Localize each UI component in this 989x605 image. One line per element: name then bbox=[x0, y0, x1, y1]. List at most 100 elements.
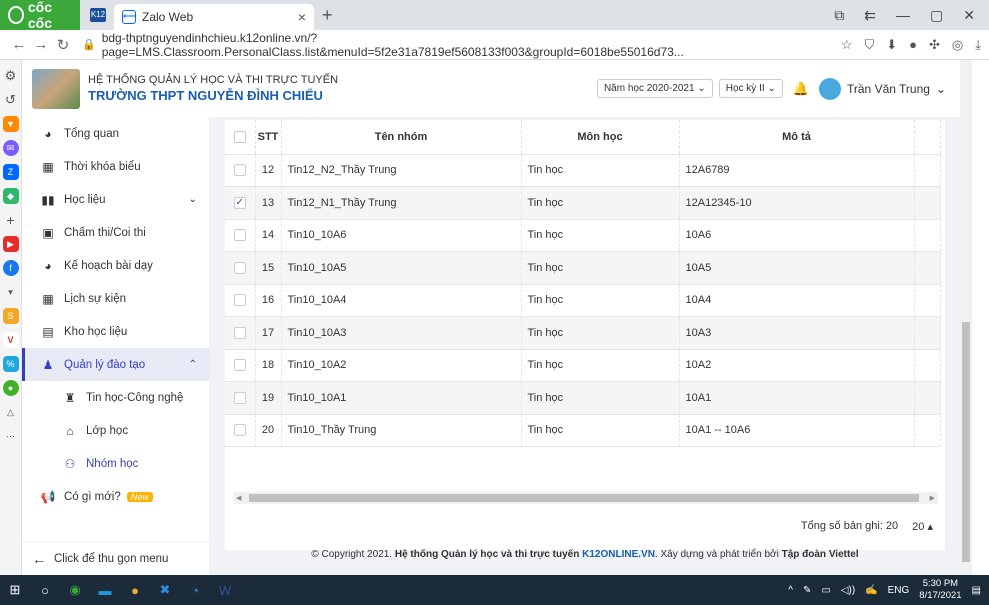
col-header-description[interactable]: Mô tả bbox=[679, 120, 915, 155]
table-row[interactable]: 12 Tin12_N2_Thầy Trung Tin học 12A6789 bbox=[225, 154, 941, 187]
page-scroll-thumb[interactable] bbox=[962, 322, 970, 562]
col-header-subject[interactable]: Môn học bbox=[521, 120, 680, 155]
more-dots-icon[interactable]: ⋯ bbox=[3, 428, 19, 444]
messenger-icon[interactable]: ✉ bbox=[2, 140, 19, 156]
vscode-icon[interactable]: ✖ bbox=[150, 582, 180, 598]
vnexpress-icon[interactable]: V bbox=[2, 332, 19, 348]
menu-item-material-store[interactable]: ▤ Kho học liệu bbox=[22, 315, 209, 348]
avatar[interactable] bbox=[819, 77, 841, 100]
row-checkbox[interactable]: ✓ bbox=[233, 196, 246, 209]
close-tab-icon[interactable]: × bbox=[298, 9, 306, 25]
table-row[interactable]: 20 Tin10_Thầy Trung Tin học 10A1 -- 10A6 bbox=[225, 414, 941, 447]
menu-item-grading[interactable]: ▣ Chấm thi/Coi thi bbox=[22, 216, 209, 249]
row-select-cell[interactable] bbox=[225, 349, 256, 382]
back-button[interactable]: ← bbox=[8, 36, 30, 53]
url-field[interactable]: 🔒 bdg-thptnguyendinhchieu.k12online.vn/?… bbox=[82, 31, 831, 59]
row-select-cell[interactable] bbox=[225, 154, 256, 187]
forward-button[interactable]: → bbox=[30, 36, 52, 53]
edge-icon[interactable]: ◔ bbox=[180, 583, 210, 598]
search-circle-icon[interactable]: ○ bbox=[30, 583, 60, 598]
battery-icon[interactable]: ▭ bbox=[821, 585, 830, 596]
cell-group-name[interactable]: Tin10_10A5 bbox=[281, 251, 522, 285]
close-window-button[interactable]: ✕ bbox=[963, 7, 975, 24]
page-vertical-scrollbar[interactable] bbox=[960, 60, 972, 575]
coccoc-taskbar-icon[interactable]: ◉ bbox=[60, 582, 90, 598]
table-row[interactable]: 17 Tin10_10A3 Tin học 10A3 bbox=[225, 316, 941, 350]
tray-chevron-up-icon[interactable]: ^ bbox=[788, 585, 793, 596]
menu-item-whats-new[interactable]: 📢 Có gì mới? New bbox=[22, 480, 209, 513]
clock[interactable]: 5:30 PM 8/17/2021 bbox=[919, 578, 961, 602]
scroll-right-icon[interactable]: ▶ bbox=[930, 494, 935, 502]
collapse-menu-button[interactable]: ← Click để thu gọn menu bbox=[22, 541, 210, 575]
col-header-group-name[interactable]: Tên nhóm bbox=[281, 120, 522, 155]
zalo-sidebar-icon[interactable]: Z bbox=[2, 164, 19, 180]
notification-icon[interactable]: △ bbox=[3, 404, 19, 420]
row-select-cell[interactable] bbox=[225, 251, 256, 285]
menu-item-timetable[interactable]: ▦ Thời khóa biểu bbox=[22, 150, 209, 183]
extensions-puzzle-icon[interactable]: ✣ bbox=[929, 37, 940, 53]
menu-item-materials[interactable]: ▮▮ Học liệu ⌄ bbox=[22, 183, 209, 216]
row-checkbox[interactable] bbox=[233, 229, 246, 242]
row-checkbox[interactable] bbox=[233, 164, 246, 177]
menu-item-overview[interactable]: ◕ Tổng quan bbox=[22, 117, 209, 150]
shield-icon[interactable]: ⛉ bbox=[864, 37, 874, 53]
row-checkbox[interactable] bbox=[233, 326, 246, 339]
semester-select[interactable]: Học kỳ II ⌄ bbox=[718, 79, 783, 98]
browser-tab-zalo[interactable]: ⟵ Zalo Web × bbox=[114, 4, 314, 30]
chrome-icon[interactable]: ● bbox=[120, 583, 150, 598]
back-forward-icon[interactable]: ⇇ bbox=[864, 7, 876, 24]
cell-group-name[interactable]: Tin10_10A3 bbox=[281, 316, 522, 350]
row-checkbox[interactable] bbox=[233, 294, 246, 307]
footer-site-link[interactable]: K12ONLINE.VN bbox=[582, 549, 655, 560]
row-select-cell[interactable] bbox=[225, 284, 256, 317]
cell-group-name[interactable]: Tin10_Thầy Trung bbox=[281, 414, 522, 447]
row-checkbox[interactable] bbox=[233, 359, 246, 372]
page-size-select[interactable]: 20 ▴ bbox=[912, 520, 933, 533]
pen-icon[interactable]: ✎ bbox=[803, 585, 811, 596]
coccoc-music-icon[interactable]: ▼ bbox=[2, 116, 19, 132]
add-sidebar-icon[interactable]: + bbox=[3, 212, 19, 228]
language-indicator[interactable]: ENG bbox=[888, 585, 910, 596]
ime-icon[interactable]: ✍ bbox=[865, 585, 877, 596]
horizontal-scroll-thumb[interactable] bbox=[249, 494, 919, 502]
share-icon[interactable]: ⤓ bbox=[975, 37, 981, 53]
word-icon[interactable]: W bbox=[210, 583, 240, 598]
notification-center-icon[interactable]: ▤ bbox=[972, 585, 981, 596]
cell-group-name[interactable]: Tin10_10A6 bbox=[281, 219, 522, 252]
download-icon[interactable]: ⬇ bbox=[886, 37, 897, 53]
restore-button[interactable]: ▢ bbox=[930, 7, 943, 24]
row-checkbox[interactable] bbox=[233, 261, 246, 274]
cell-group-name[interactable]: Tin10_10A2 bbox=[281, 349, 522, 382]
shopee-icon[interactable]: S bbox=[2, 308, 19, 324]
profile-icon[interactable]: ◎ bbox=[952, 37, 963, 53]
cell-group-name[interactable]: Tin10_10A1 bbox=[281, 381, 522, 415]
cell-group-name[interactable]: Tin10_10A4 bbox=[281, 284, 522, 317]
more-down-icon[interactable]: ▾ bbox=[3, 284, 19, 300]
bookmark-star-icon[interactable]: ☆ bbox=[841, 37, 853, 53]
menu-item-classes[interactable]: ⌂ Lớp học bbox=[22, 414, 209, 447]
row-checkbox[interactable] bbox=[233, 391, 246, 404]
table-row[interactable]: ✓ 13 Tin12_N1_Thầy Trung Tin học 12A12345-10 bbox=[225, 186, 941, 220]
row-select-cell[interactable] bbox=[225, 219, 256, 252]
table-row[interactable]: 19 Tin10_10A1 Tin học 10A1 bbox=[225, 381, 941, 415]
facebook-icon[interactable]: f bbox=[2, 260, 19, 276]
table-row[interactable]: 14 Tin10_10A6 Tin học 10A6 bbox=[225, 219, 941, 252]
user-name[interactable]: Trần Văn Trung bbox=[847, 82, 930, 96]
file-explorer-icon[interactable]: ▬ bbox=[90, 583, 120, 598]
row-select-cell[interactable] bbox=[225, 316, 256, 350]
kitty-icon[interactable]: ● bbox=[2, 380, 19, 396]
settings-gear-icon[interactable]: ⚙ bbox=[3, 68, 19, 84]
menu-item-study-groups[interactable]: ⚇ Nhóm học bbox=[22, 447, 209, 480]
screenshot-icon[interactable]: ⧉ bbox=[834, 7, 844, 24]
reload-button[interactable]: ↻ bbox=[52, 36, 74, 54]
menu-item-it-technology[interactable]: ♜ Tin học-Công nghệ bbox=[22, 381, 209, 414]
volume-icon[interactable]: ◁)) bbox=[841, 585, 855, 596]
row-select-cell[interactable] bbox=[225, 414, 256, 447]
menu-item-training-management[interactable]: ♟ Quản lý đào tạo ⌃ bbox=[22, 348, 209, 381]
cell-group-name[interactable]: Tin12_N2_Thầy Trung bbox=[281, 154, 522, 187]
horizontal-scrollbar[interactable]: ◀ ▶ bbox=[233, 492, 938, 504]
row-select-cell[interactable] bbox=[225, 381, 256, 415]
extension-color-icon[interactable]: ● bbox=[909, 37, 917, 53]
col-header-stt[interactable]: STT bbox=[255, 120, 282, 155]
menu-item-events[interactable]: ▦ Lịch sự kiện bbox=[22, 282, 209, 315]
